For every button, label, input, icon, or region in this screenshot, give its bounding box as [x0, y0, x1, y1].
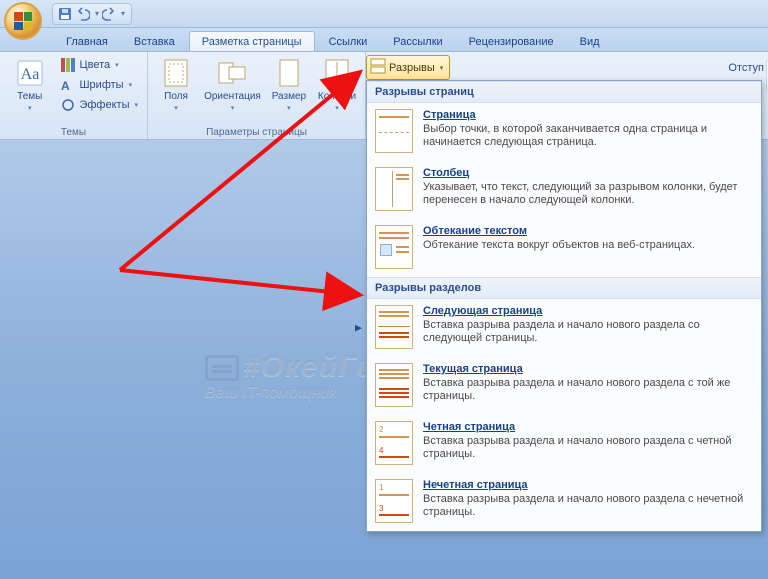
breaks-button[interactable]: Разрывы ▾: [366, 55, 450, 80]
size-icon: [273, 57, 305, 89]
tab-view[interactable]: Вид: [568, 32, 612, 51]
titlebar: ▾ ▾: [0, 0, 768, 28]
gallery-item-desc: Обтекание текста вокруг объектов на веб-…: [423, 239, 751, 252]
column-break-icon: [375, 167, 413, 211]
themes-label: Темы: [17, 91, 42, 102]
group-page-setup: Поля▾ Ориентация▾ Размер▾ Колонки▾ Парам…: [148, 52, 366, 139]
margins-button[interactable]: Поля▾: [154, 55, 198, 112]
undo-icon[interactable]: [75, 6, 91, 22]
size-button[interactable]: Размер▾: [267, 55, 311, 112]
group-themes-label: Темы: [6, 125, 141, 138]
gallery-item-title: Столбец: [423, 167, 751, 179]
gallery-item-desc: Вставка разрыва раздела и начало нового …: [423, 319, 751, 345]
gallery-item-title: Четная страница: [423, 421, 751, 433]
gallery-item-page[interactable]: Страница Выбор точки, в которой заканчив…: [367, 103, 761, 161]
tab-page-layout[interactable]: Разметка страницы: [189, 31, 315, 51]
margins-icon: [160, 57, 192, 89]
gallery-item-text-wrapping[interactable]: Обтекание текстом Обтекание текста вокру…: [367, 219, 761, 277]
breaks-label: Разрывы: [389, 62, 435, 74]
tab-home[interactable]: Главная: [54, 32, 120, 51]
gallery-item-desc: Вставка разрыва раздела и начало нового …: [423, 435, 751, 461]
tab-review[interactable]: Рецензирование: [457, 32, 566, 51]
size-label: Размер: [272, 91, 306, 102]
colors-icon: [60, 57, 76, 73]
gallery-item-title: Нечетная страница: [423, 479, 751, 491]
gallery-item-column[interactable]: Столбец Указывает, что текст, следующий …: [367, 161, 761, 219]
odd-page-icon: 1 3: [375, 479, 413, 523]
theme-colors-label: Цвета: [79, 59, 110, 71]
group-page-setup-label: Параметры страницы: [154, 125, 359, 138]
columns-button[interactable]: Колонки▾: [315, 55, 359, 112]
gallery-item-desc: Выбор точки, в которой заканчивается одн…: [423, 123, 751, 149]
gallery-item-title: Следующая страница: [423, 305, 751, 317]
orientation-icon: [216, 57, 248, 89]
breaks-icon: [370, 58, 386, 77]
effects-icon: [60, 97, 76, 113]
theme-fonts-button[interactable]: A Шрифты▾: [57, 75, 141, 95]
svg-text:A: A: [61, 79, 70, 92]
gallery-header-page-breaks: Разрывы страниц: [367, 81, 761, 103]
tab-mailings[interactable]: Рассылки: [381, 32, 454, 51]
orientation-button[interactable]: Ориентация▾: [202, 55, 263, 112]
gallery-item-next-page[interactable]: ▶ Следующая страница Вставка разрыва раз…: [367, 299, 761, 357]
theme-effects-button[interactable]: Эффекты▾: [57, 95, 141, 115]
gallery-item-title: Обтекание текстом: [423, 225, 751, 237]
ribbon-tabs: Главная Вставка Разметка страницы Ссылки…: [0, 28, 768, 52]
save-icon[interactable]: [57, 6, 73, 22]
orientation-label: Ориентация: [204, 91, 261, 102]
undo-dropdown-icon[interactable]: ▾: [95, 9, 99, 18]
gallery-item-desc: Вставка разрыва раздела и начало нового …: [423, 493, 751, 519]
gallery-item-desc: Вставка разрыва раздела и начало нового …: [423, 377, 751, 403]
theme-colors-button[interactable]: Цвета▾: [57, 55, 141, 75]
gallery-item-title: Текущая страница: [423, 363, 751, 375]
qat-customize-icon[interactable]: ▾: [121, 9, 125, 18]
group-themes: Aa Темы ▾ Цвета▾ A Шрифты▾ Эффекты▾: [0, 52, 148, 139]
themes-button[interactable]: Aa Темы ▾: [6, 55, 53, 112]
quick-access-toolbar: ▾ ▾: [52, 3, 132, 25]
chevron-down-icon: ▾: [28, 104, 32, 112]
gallery-item-continuous[interactable]: Текущая страница Вставка разрыва раздела…: [367, 357, 761, 415]
gallery-header-section-breaks: Разрывы разделов: [367, 277, 761, 299]
gallery-item-even-page[interactable]: 2 4 Четная страница Вставка разрыва разд…: [367, 415, 761, 473]
gallery-item-title: Страница: [423, 109, 751, 121]
margins-label: Поля: [164, 91, 188, 102]
breaks-gallery: Разрывы страниц Страница Выбор точки, в …: [366, 80, 762, 532]
svg-text:Aa: Aa: [20, 66, 39, 83]
columns-icon: [321, 57, 353, 89]
even-page-icon: 2 4: [375, 421, 413, 465]
themes-icon: Aa: [14, 57, 46, 89]
columns-label: Колонки: [318, 91, 356, 102]
tab-insert[interactable]: Вставка: [122, 32, 187, 51]
watermark-text: #ОкейГик Ваш IT-помощник: [205, 350, 392, 402]
selection-arrow-icon: ▶: [355, 323, 362, 334]
redo-icon[interactable]: [101, 6, 117, 22]
theme-effects-label: Эффекты: [79, 99, 129, 111]
indent-label-cut: Отступ: [728, 62, 764, 74]
continuous-icon: [375, 363, 413, 407]
office-button[interactable]: [4, 2, 42, 40]
tab-references[interactable]: Ссылки: [317, 32, 380, 51]
next-page-icon: [375, 305, 413, 349]
theme-fonts-label: Шрифты: [79, 79, 123, 91]
gallery-item-odd-page[interactable]: 1 3 Нечетная страница Вставка разрыва ра…: [367, 473, 761, 531]
page-break-icon: [375, 109, 413, 153]
fonts-icon: A: [60, 77, 76, 93]
chevron-down-icon: ▾: [440, 64, 444, 72]
gallery-item-desc: Указывает, что текст, следующий за разры…: [423, 181, 751, 207]
text-wrap-icon: [375, 225, 413, 269]
